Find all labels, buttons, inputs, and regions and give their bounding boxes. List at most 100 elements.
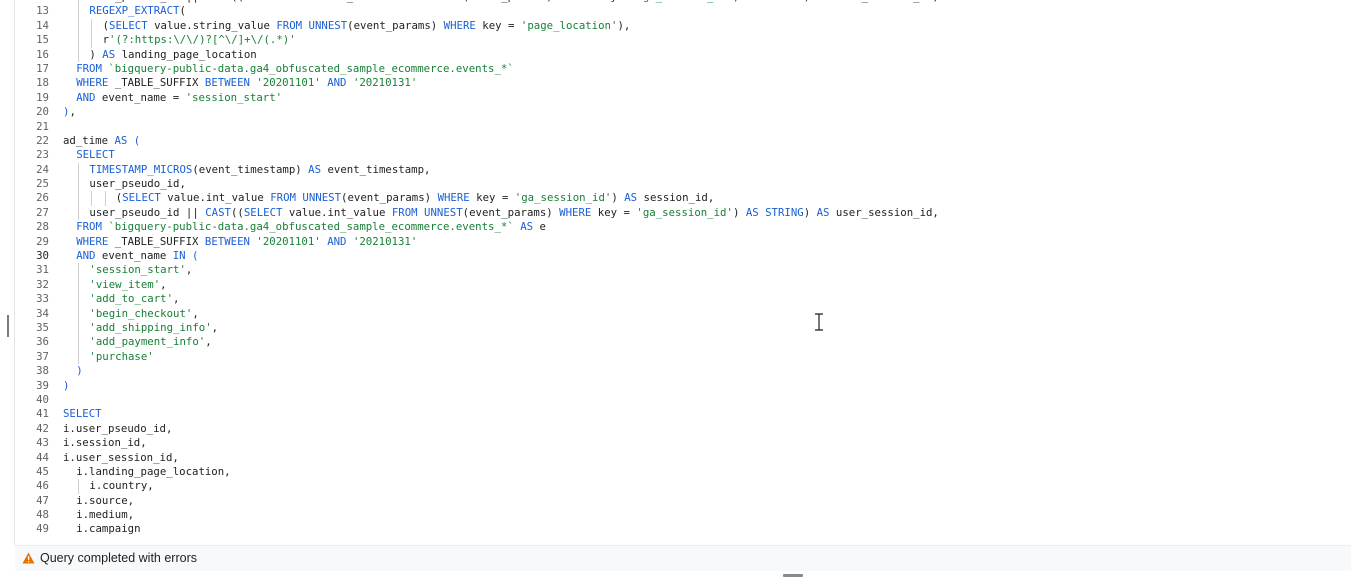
keyword-token: AS: [102, 47, 116, 61]
code-line[interactable]: 28 FROM `bigquery-public-data.ga4_obfusca…: [15, 220, 1351, 234]
text-token: ),: [617, 18, 631, 32]
code-line[interactable]: 34 'begin_checkout',: [15, 306, 1351, 321]
code-text: REGEXP_EXTRACT(: [89, 4, 186, 18]
code-area[interactable]: 12user_pseudo_id || CAST((SELECT value.i…: [15, 0, 1351, 537]
indent-guide: [78, 33, 80, 48]
string-token: 'ga_session_id': [636, 205, 733, 219]
string-token: '20210131': [352, 76, 418, 90]
code-line[interactable]: 31 'session_start',: [15, 263, 1351, 278]
code-line[interactable]: 25 user_pseudo_id,: [15, 177, 1351, 192]
line-number: 21: [36, 119, 49, 133]
code-line[interactable]: 20),: [15, 105, 1351, 119]
keyword-token: CAST: [205, 0, 231, 3]
code-text: FROM `bigquery-public-data.ga4_obfuscate…: [76, 220, 546, 234]
line-number: 19: [36, 90, 49, 104]
line-number: 17: [36, 61, 49, 75]
code-text: SELECT: [76, 148, 115, 162]
indent-guide: [91, 191, 93, 206]
string-token: 'add_payment_info': [89, 335, 206, 349]
line-number: 31: [36, 263, 49, 277]
code-line[interactable]: 45 i.landing_page_location,: [15, 465, 1351, 479]
line-number: 24: [36, 162, 49, 176]
code-text: 'session_start',: [89, 263, 192, 277]
line-number: 36: [36, 335, 49, 349]
code-line[interactable]: 39): [15, 379, 1351, 393]
code-line[interactable]: 13 REGEXP_EXTRACT(: [15, 4, 1351, 19]
code-text: i.user_session_id,: [63, 451, 179, 465]
code-line[interactable]: 26 (SELECT value.int_value FROM UNNEST(ev…: [15, 191, 1351, 206]
text-token: (event_params): [462, 205, 560, 219]
code-line[interactable]: 49 i.campaign: [15, 522, 1351, 536]
code-line[interactable]: 24 TIMESTAMP_MICROS(event_timestamp) AS e…: [15, 162, 1351, 178]
code-line[interactable]: 18 WHERE _TABLE_SUFFIX BETWEEN '20201101'…: [15, 76, 1351, 90]
line-number: 22: [36, 133, 49, 147]
code-text: (SELECT value.string_value FROM UNNEST(e…: [103, 19, 631, 33]
code-line[interactable]: 41 SELECT: [15, 407, 1351, 421]
code-line[interactable]: 40: [15, 393, 1351, 407]
code-line[interactable]: 22 ad_time AS (: [15, 134, 1351, 148]
warning-icon: [22, 552, 35, 564]
line-number: 16: [36, 47, 49, 61]
code-line[interactable]: 27 user_pseudo_id || CAST((SELECT value.i…: [15, 205, 1351, 221]
keyword-token: AS: [746, 0, 759, 3]
code-line[interactable]: 32 'view_item',: [15, 277, 1351, 293]
text-token: (event_params): [347, 18, 444, 32]
line-number: 38: [36, 364, 49, 378]
keyword-token: TIMESTAMP_MICROS: [89, 162, 193, 176]
code-line[interactable]: 19 AND event_name = 'session_start': [15, 91, 1351, 105]
keyword-token: WHERE: [437, 191, 470, 205]
code-line[interactable]: 33 'add_to_cart',: [15, 292, 1351, 307]
code-line[interactable]: 36 'add_payment_info',: [15, 335, 1351, 350]
keyword-token: BETWEEN: [204, 76, 250, 90]
code-line[interactable]: 38): [15, 364, 1351, 378]
code-line[interactable]: 35 'add_shipping_info',: [15, 320, 1351, 336]
text-token: key =: [469, 191, 515, 205]
text-token: ): [804, 0, 817, 3]
string-token: '20201101': [256, 76, 321, 90]
sql-editor[interactable]: 12user_pseudo_id || CAST((SELECT value.i…: [15, 0, 1351, 545]
keyword-token: AND: [76, 90, 96, 104]
text-token: ): [733, 0, 746, 3]
text-token: ,: [69, 105, 76, 119]
keyword-token: WHERE: [559, 205, 592, 219]
keyword-token: AND: [327, 234, 347, 248]
code-text: ) AS landing_page_location: [89, 48, 256, 62]
code-line[interactable]: 15 r'(?:https:\/\/)?[^\/]+\/(.*)': [15, 33, 1351, 48]
code-line[interactable]: 46 i.country,: [15, 479, 1351, 494]
keyword-token: SELECT: [109, 18, 148, 32]
text-token: i.session_id,: [63, 436, 147, 450]
string-token: `bigquery-public-data.ga4_obfuscated_sam…: [108, 61, 514, 75]
keyword-token: BETWEEN: [204, 234, 250, 248]
code-line[interactable]: 37 'purchase': [15, 349, 1351, 365]
code-text: i.campaign: [76, 522, 140, 536]
code-line[interactable]: 17 FROM `bigquery-public-data.ga4_obfusca…: [15, 62, 1351, 76]
line-number: 46: [36, 479, 49, 493]
code-line[interactable]: 48 i.medium,: [15, 508, 1351, 522]
indent-guide: [78, 177, 80, 192]
code-line[interactable]: 29 WHERE _TABLE_SUFFIX BETWEEN '20201101'…: [15, 235, 1351, 249]
code-line[interactable]: 44 i.user_session_id,: [15, 451, 1351, 465]
results-resize-handle[interactable]: [783, 574, 803, 577]
text-token: value.int_value: [282, 0, 391, 3]
keyword-token: FROM: [270, 191, 296, 205]
code-line[interactable]: 14 (SELECT value.string_value FROM UNNEST…: [15, 18, 1351, 34]
code-line[interactable]: 43 i.session_id,: [15, 436, 1351, 450]
line-number: 29: [36, 234, 49, 248]
code-text: AND event_name = 'session_start': [76, 91, 282, 105]
text-token: i.country,: [89, 479, 154, 493]
code-line[interactable]: 16 ) AS landing_page_location: [15, 47, 1351, 62]
text-token: user_session_id,: [829, 0, 939, 3]
code-line[interactable]: 47 i.source,: [15, 494, 1351, 508]
code-line[interactable]: 42 i.user_pseudo_id,: [15, 422, 1351, 436]
keyword-token: SELECT: [76, 148, 115, 162]
code-text: i.landing_page_location,: [76, 465, 230, 479]
code-line[interactable]: 30 AND event_name IN (: [15, 249, 1351, 263]
string-token: 'ga_session_id': [636, 0, 733, 3]
code-line[interactable]: 21: [15, 120, 1351, 134]
keyword-token: FROM: [276, 18, 303, 32]
code-text: 'purchase': [89, 350, 153, 364]
line-number: 42: [36, 421, 49, 435]
code-line[interactable]: 23 SELECT: [15, 148, 1351, 162]
code-text: 'view_item',: [89, 278, 166, 292]
panel-resize-handle[interactable]: [7, 315, 9, 337]
